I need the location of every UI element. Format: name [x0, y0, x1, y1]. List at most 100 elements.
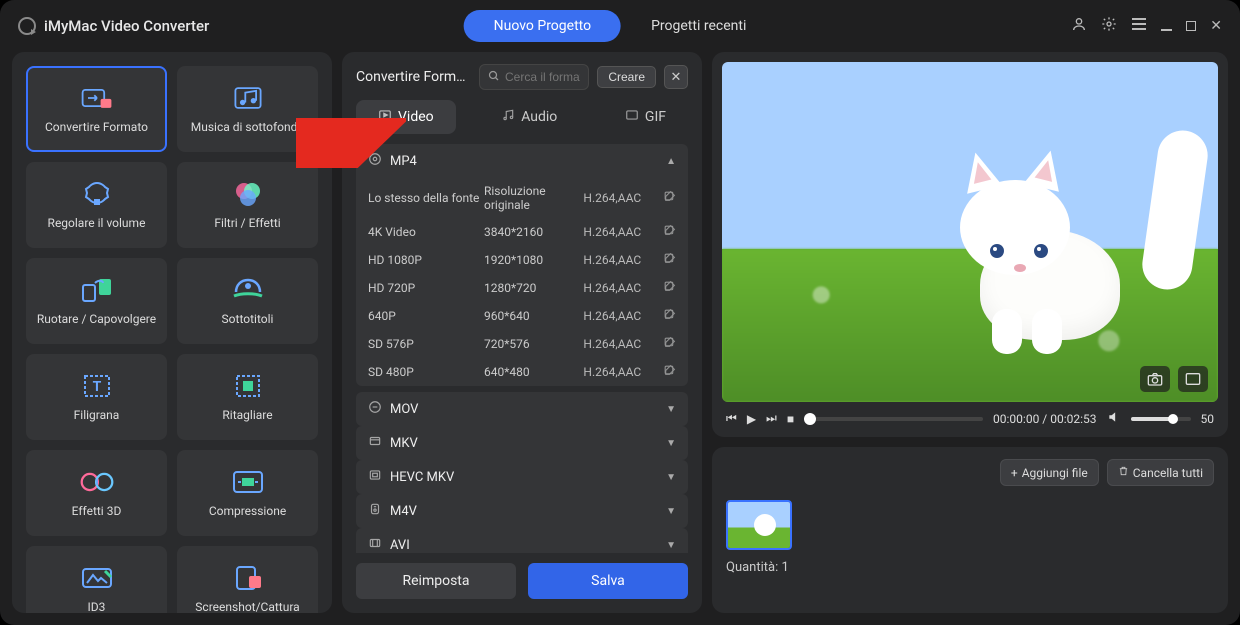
format-header[interactable]: MKV ▼ [356, 426, 688, 460]
snapshot-button[interactable] [1140, 366, 1170, 392]
preset-row[interactable]: SD 480P 640*480 H.264,AAC [356, 358, 688, 386]
prev-button[interactable]: ⏮ [726, 411, 737, 426]
edit-preset-icon[interactable] [658, 364, 676, 380]
format-header[interactable]: MOV ▼ [356, 392, 688, 426]
tab-recent-projects[interactable]: Progetti recenti [621, 10, 776, 42]
preset-codec: H.264,AAC [583, 337, 658, 351]
format-search-input[interactable] [505, 70, 580, 84]
progress-bar[interactable] [804, 417, 983, 421]
format-icon [368, 502, 382, 520]
tool-crop[interactable]: Ritagliare [177, 354, 318, 440]
settings-icon[interactable] [1101, 16, 1117, 36]
queue-item-1[interactable] [726, 500, 792, 550]
tool-bgmusic[interactable]: Musica di sottofondo [177, 66, 318, 152]
format-group-avi: AVI ▼ [356, 528, 688, 553]
play-button[interactable]: ▶ [747, 412, 756, 426]
tool-convert[interactable]: Convertire Formato [26, 66, 167, 152]
app-logo-icon [18, 17, 36, 35]
tab-audio[interactable]: Audio [479, 100, 579, 134]
tool-filters[interactable]: Filtri / Effetti [177, 162, 318, 248]
tool-label: Screenshot/Cattura [195, 600, 299, 613]
tab-video-label: Video [398, 109, 434, 125]
bgmusic-icon [230, 84, 266, 112]
volume-slider[interactable] [1131, 417, 1191, 421]
tab-video[interactable]: Video [356, 100, 456, 134]
screenshot-icon [230, 564, 266, 592]
preset-row[interactable]: 4K Video 3840*2160 H.264,AAC [356, 218, 688, 246]
preset-row[interactable]: SD 576P 720*576 H.264,AAC [356, 330, 688, 358]
preset-name: SD 576P [368, 337, 484, 351]
plus-icon: + [1011, 466, 1018, 480]
format-header[interactable]: AVI ▼ [356, 528, 688, 553]
reset-button[interactable]: Reimposta [356, 563, 516, 599]
tool-label: Effetti 3D [72, 504, 122, 518]
create-format-button[interactable]: Creare [597, 66, 656, 88]
format-icon [368, 400, 382, 418]
format-action-buttons: Reimposta Salva [356, 563, 688, 599]
volume-icon [79, 180, 115, 208]
format-search[interactable] [479, 64, 589, 90]
edit-preset-icon[interactable] [658, 336, 676, 352]
edit-preset-icon[interactable] [658, 190, 676, 206]
preset-row[interactable]: 640P 960*640 H.264,AAC [356, 302, 688, 330]
edit-preset-icon[interactable] [658, 224, 676, 240]
preset-row[interactable]: HD 1080P 1920*1080 H.264,AAC [356, 246, 688, 274]
main-body: Convertire Formato Musica di sottofondo … [0, 52, 1240, 625]
volume-icon[interactable] [1107, 410, 1121, 427]
format-panel-header: Convertire Forma... Creare ✕ [356, 64, 688, 90]
clear-all-button[interactable]: Cancella tutti [1107, 459, 1214, 486]
edit-preset-icon[interactable] [658, 308, 676, 324]
preset-codec: H.264,AAC [583, 191, 658, 205]
tool-fx3d[interactable]: Effetti 3D [26, 450, 167, 536]
tool-screenshot[interactable]: Screenshot/Cattura [177, 546, 318, 613]
next-button[interactable]: ⏭ [766, 411, 777, 426]
preset-name: SD 480P [368, 365, 484, 379]
tool-volume[interactable]: Regolare il volume [26, 162, 167, 248]
watermark-icon: T [79, 372, 115, 400]
tool-subs[interactable]: Sottotitoli [177, 258, 318, 344]
time-current: 00:00:00 [993, 412, 1039, 426]
format-name-mp4: MP4 [390, 154, 417, 169]
format-header-mp4[interactable]: MP4 ▲ [356, 144, 688, 178]
format-icon [368, 468, 382, 486]
format-header[interactable]: M4V ▼ [356, 494, 688, 528]
format-name: AVI [390, 538, 410, 553]
video-icon [378, 108, 392, 126]
close-panel-button[interactable]: ✕ [664, 65, 688, 89]
format-icon [368, 536, 382, 553]
save-button[interactable]: Salva [528, 563, 688, 599]
tool-rotate[interactable]: Ruotare / Capovolgere [26, 258, 167, 344]
edit-preset-icon[interactable] [658, 280, 676, 296]
window-maximize[interactable] [1186, 17, 1196, 35]
clear-all-label: Cancella tutti [1133, 466, 1203, 480]
queue-quantity: Quantità: 1 [726, 560, 1214, 575]
preset-codec: H.264,AAC [583, 281, 658, 295]
trash-icon [1118, 465, 1129, 480]
format-group-hevc-mkv: HEVC MKV ▼ [356, 460, 688, 494]
stop-button[interactable]: ■ [787, 412, 794, 426]
menu-icon[interactable] [1131, 17, 1147, 35]
compress-icon [230, 468, 266, 496]
format-header[interactable]: HEVC MKV ▼ [356, 460, 688, 494]
format-name: MKV [390, 436, 418, 451]
account-icon[interactable] [1071, 16, 1087, 36]
preset-resolution: Risoluzione originale [484, 184, 583, 212]
tool-compress[interactable]: Compressione [177, 450, 318, 536]
window-minimize[interactable] [1161, 17, 1172, 35]
format-group-mkv: MKV ▼ [356, 426, 688, 460]
preset-row[interactable]: HD 720P 1280*720 H.264,AAC [356, 274, 688, 302]
tool-watermark[interactable]: T Filigrana [26, 354, 167, 440]
window-close[interactable]: ✕ [1210, 18, 1222, 34]
video-preview[interactable] [722, 62, 1218, 402]
fullscreen-button[interactable] [1178, 366, 1208, 392]
preset-row[interactable]: Lo stesso della fonte Risoluzione origin… [356, 178, 688, 218]
subs-icon [230, 276, 266, 304]
right-column: ⏮ ▶ ⏭ ■ 00:00:00 / 00:02:53 50 [712, 52, 1228, 613]
tab-new-project[interactable]: Nuovo Progetto [464, 10, 621, 42]
edit-preset-icon[interactable] [658, 252, 676, 268]
add-file-button[interactable]: + Aggiungi file [1000, 459, 1099, 486]
preset-resolution: 960*640 [484, 309, 583, 323]
preset-name: HD 1080P [368, 253, 484, 267]
tab-gif[interactable]: GIF [603, 100, 688, 134]
tool-id3[interactable]: ID3 [26, 546, 167, 613]
